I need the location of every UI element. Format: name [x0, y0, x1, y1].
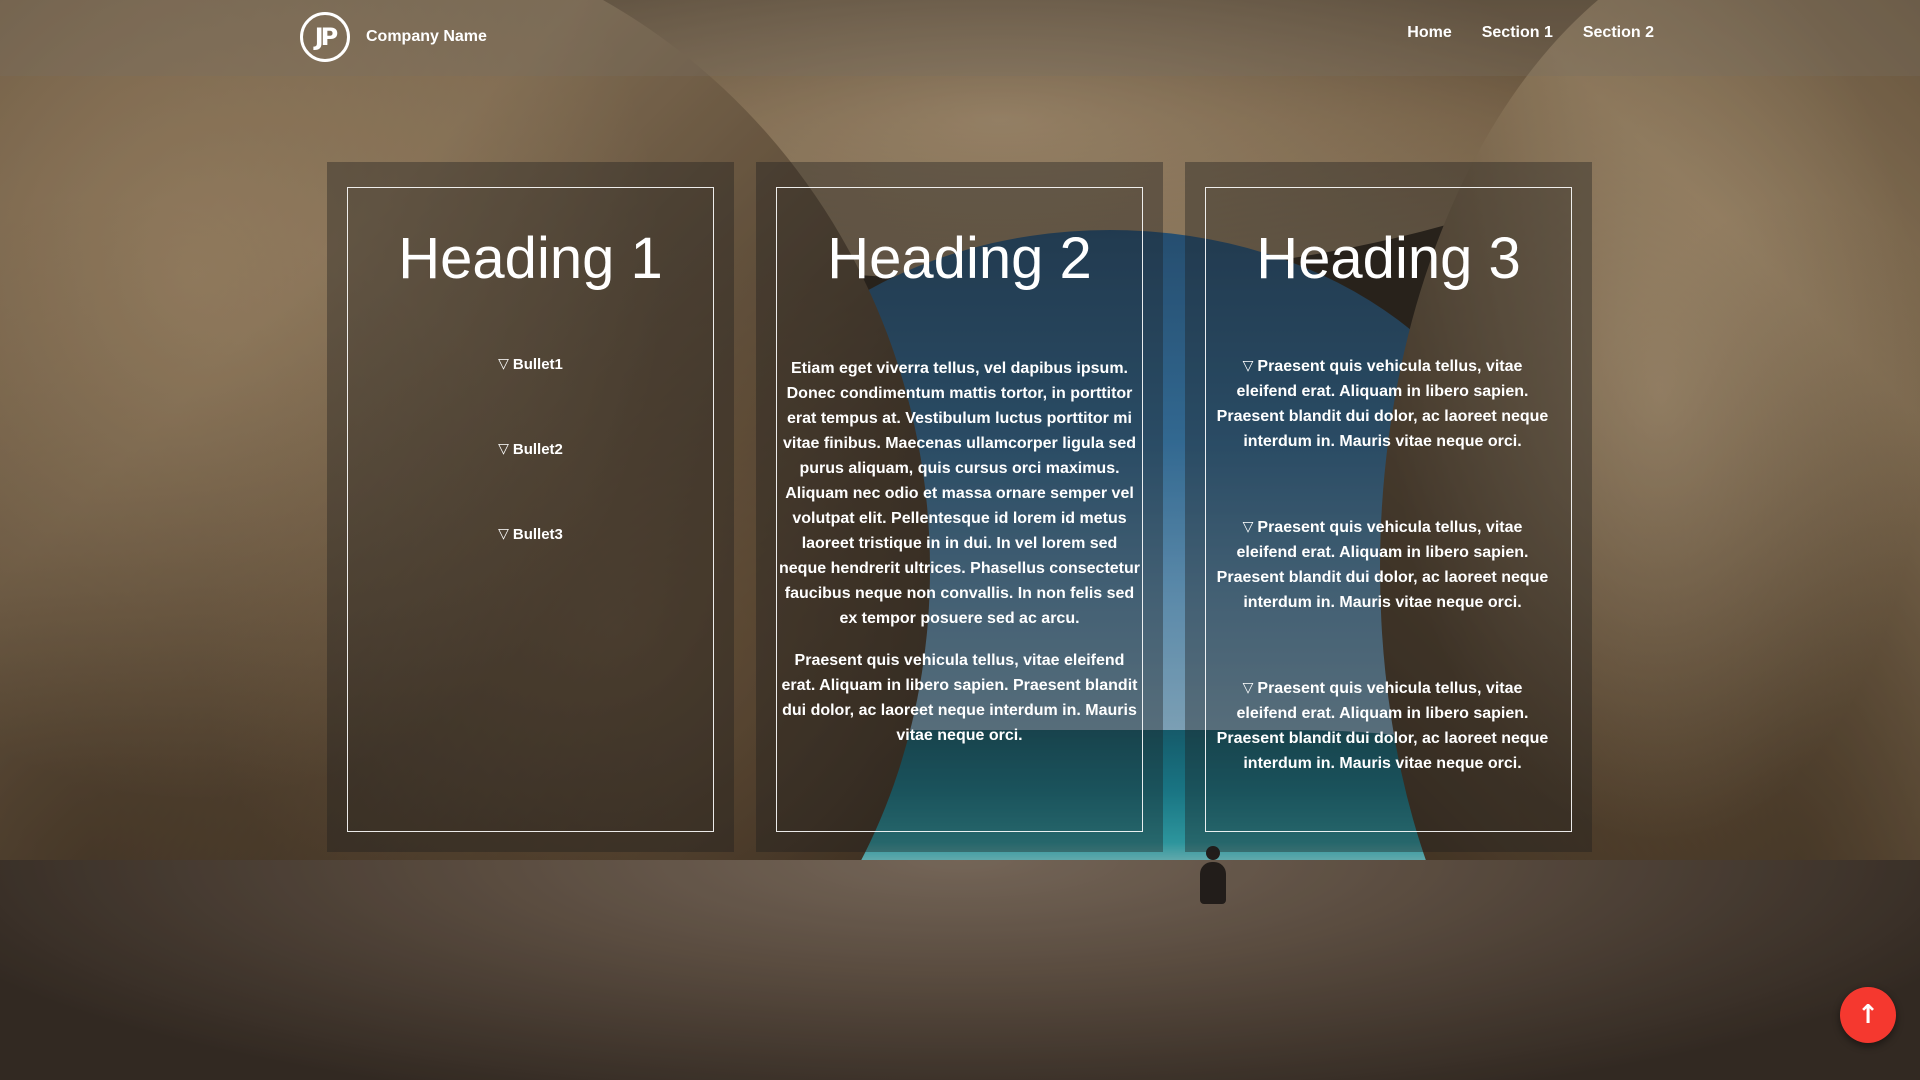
bullet-text: Bullet2 — [512, 441, 563, 458]
nav-section-1[interactable]: Section 1 — [1482, 24, 1553, 42]
bullet-text: Praesent quis vehicula tellus, vitae ele… — [1216, 358, 1549, 450]
triangle-down-icon: ▽ — [1242, 519, 1254, 535]
list-item: ▽ Praesent quis vehicula tellus, vitae el… — [1212, 354, 1553, 515]
panel-2: Heading 2 Etiam eget viverra tellus, vel… — [756, 162, 1163, 852]
panel-3-frame: Heading 3 ▽ Praesent quis vehicula tellus… — [1205, 187, 1572, 832]
list-item: ▽ Praesent quis vehicula tellus, vitae el… — [1212, 515, 1553, 676]
list-item: ▽ Bullet3 — [348, 526, 713, 611]
triangle-down-icon: ▽ — [1242, 358, 1254, 374]
panel-3-heading: Heading 3 — [1256, 226, 1521, 291]
bullet-text: Bullet1 — [512, 356, 563, 373]
panel-2-paragraph-2: Praesent quis vehicula tellus, vitae ele… — [781, 652, 1138, 744]
list-item: ▽ Bullet2 — [348, 441, 713, 526]
panel-2-paragraph-1: Etiam eget viverra tellus, vel dapibus i… — [779, 360, 1140, 627]
panel-2-body: Etiam eget viverra tellus, vel dapibus i… — [777, 356, 1142, 748]
content-panels: Heading 1 ▽ Bullet1 ▽ Bullet2 ▽ Bullet3 Hea… — [327, 162, 1592, 852]
panel-1-bullet-list: ▽ Bullet1 ▽ Bullet2 ▽ Bullet3 — [348, 356, 713, 611]
company-name[interactable]: Company Name — [366, 28, 487, 46]
bullet-text: Praesent quis vehicula tellus, vitae ele… — [1216, 680, 1549, 772]
panel-1-frame: Heading 1 ▽ Bullet1 ▽ Bullet2 ▽ Bullet3 — [347, 187, 714, 832]
triangle-down-icon: ▽ — [498, 441, 509, 457]
bullet-text: Bullet3 — [512, 526, 563, 543]
navbar: JP Company Name Home Section 1 Section 2 — [0, 0, 1920, 76]
list-item: ▽ Bullet1 — [348, 356, 713, 441]
nav-section-2[interactable]: Section 2 — [1583, 24, 1654, 42]
triangle-down-icon: ▽ — [1242, 680, 1254, 696]
panel-3-bullet-list: ▽ Praesent quis vehicula tellus, vitae el… — [1206, 354, 1571, 837]
arrow-up-icon: ↑ — [1857, 1000, 1879, 1030]
logo-icon[interactable]: JP — [300, 12, 350, 62]
list-item: ▽ Praesent quis vehicula tellus, vitae el… — [1212, 676, 1553, 837]
panel-1: Heading 1 ▽ Bullet1 ▽ Bullet2 ▽ Bullet3 — [327, 162, 734, 852]
panel-3: Heading 3 ▽ Praesent quis vehicula tellus… — [1185, 162, 1592, 852]
nav-home[interactable]: Home — [1407, 24, 1451, 42]
bullet-text: Praesent quis vehicula tellus, vitae ele… — [1216, 519, 1549, 611]
scroll-to-top-button[interactable]: ↑ — [1840, 987, 1896, 1043]
triangle-down-icon: ▽ — [498, 356, 509, 372]
panel-2-frame: Heading 2 Etiam eget viverra tellus, vel… — [776, 187, 1143, 832]
triangle-down-icon: ▽ — [498, 526, 509, 542]
panel-2-heading: Heading 2 — [827, 226, 1092, 291]
brand[interactable]: JP Company Name — [300, 8, 487, 66]
panel-1-heading: Heading 1 — [398, 226, 663, 291]
main-nav: Home Section 1 Section 2 — [1407, 24, 1654, 42]
